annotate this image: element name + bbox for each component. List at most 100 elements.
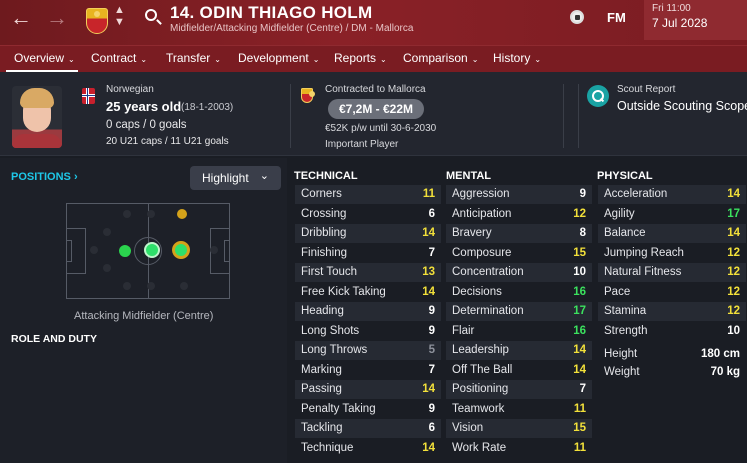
attribute-row-tackling[interactable]: Tackling 6 xyxy=(295,419,441,438)
attribute-row-technique[interactable]: Technique 14 xyxy=(295,439,441,458)
attribute-value: 7 xyxy=(428,246,435,259)
contract-club[interactable]: Contracted to Mallorca xyxy=(325,84,426,95)
attribute-name: Aggression xyxy=(452,188,510,200)
attribute-name: Penalty Taking xyxy=(301,402,376,415)
tab-development[interactable]: Development ⌄ xyxy=(238,51,319,65)
attribute-value: 14 xyxy=(422,227,435,239)
tab-history[interactable]: History ⌄ xyxy=(493,51,541,65)
attribute-row-determination[interactable]: Determination 17 xyxy=(446,302,592,321)
wage-contract: €52K p/w until 30-6-2030 xyxy=(325,123,437,134)
chevron-down-icon: ⌄ xyxy=(534,55,542,64)
position-dot-dm xyxy=(119,245,131,257)
attribute-row-decisions[interactable]: Decisions 16 xyxy=(446,283,592,302)
scout-report-title[interactable]: Scout Report xyxy=(617,84,675,95)
attribute-row-positioning[interactable]: Positioning 7 xyxy=(446,380,592,399)
attribute-row-flair[interactable]: Flair 16 xyxy=(446,322,592,341)
attribute-value: 15 xyxy=(573,246,586,259)
attribute-name: Free Kick Taking xyxy=(301,285,386,298)
attribute-row-concentration[interactable]: Concentration 10 xyxy=(446,263,592,282)
football-icon[interactable] xyxy=(570,10,584,24)
chevron-down-icon: ⌄ xyxy=(259,170,269,182)
attribute-value: 17 xyxy=(727,207,740,220)
attribute-row-corners[interactable]: Corners 11 xyxy=(295,185,441,204)
attribute-name: Crossing xyxy=(301,207,347,220)
nationality[interactable]: Norwegian xyxy=(106,84,154,95)
avatar xyxy=(12,86,62,148)
club-crest-icon[interactable] xyxy=(86,8,108,34)
positions-link[interactable]: POSITIONS › xyxy=(11,171,78,183)
forward-arrow-icon[interactable]: → xyxy=(46,7,68,29)
attribute-name: Corners xyxy=(301,188,342,200)
attribute-value: 17 xyxy=(573,305,586,317)
attribute-value: 14 xyxy=(422,285,435,298)
attribute-row-dribbling[interactable]: Dribbling 14 xyxy=(295,224,441,243)
height-value: 180 cm xyxy=(700,348,740,360)
game-logo[interactable]: FM xyxy=(607,10,626,25)
value-range-badge[interactable]: €7,2M - €22M xyxy=(328,99,424,119)
attribute-row-pace[interactable]: Pace 12 xyxy=(598,283,746,302)
norway-flag-icon[interactable] xyxy=(82,88,95,104)
attribute-row-work-rate[interactable]: Work Rate 11 xyxy=(446,439,592,458)
attribute-row-jumping-reach[interactable]: Jumping Reach 12 xyxy=(598,244,746,263)
tab-reports[interactable]: Reports ⌄ xyxy=(334,51,387,65)
mental-title: MENTAL xyxy=(446,170,492,182)
tab-overview[interactable]: Overview ⌄ xyxy=(14,51,75,65)
attribute-row-composure[interactable]: Composure 15 xyxy=(446,244,592,263)
attribute-row-finishing[interactable]: Finishing 7 xyxy=(295,244,441,263)
title-bar: ← → ▲ ▼ 14. ODIN THIAGO HOLM Midfielder/A… xyxy=(0,0,747,45)
attribute-row-acceleration[interactable]: Acceleration 14 xyxy=(598,185,746,204)
attribute-row-off-the-ball[interactable]: Off The Ball 14 xyxy=(446,361,592,380)
tab-contract[interactable]: Contract ⌄ xyxy=(91,51,147,65)
attribute-row-natural-fitness[interactable]: Natural Fitness 12 xyxy=(598,263,746,282)
attribute-row-agility[interactable]: Agility 17 xyxy=(598,205,746,224)
attribute-name: Long Throws xyxy=(301,344,368,356)
chevron-down-icon: ⌄ xyxy=(471,55,479,64)
tab-comparison[interactable]: Comparison ⌄ xyxy=(403,51,478,65)
attribute-name: Vision xyxy=(452,422,484,434)
up-down-icon[interactable]: ▲ ▼ xyxy=(114,4,125,28)
attribute-row-first-touch[interactable]: First Touch 13 xyxy=(295,263,441,282)
attribute-row-leadership[interactable]: Leadership 14 xyxy=(446,341,592,360)
attribute-row-anticipation[interactable]: Anticipation 12 xyxy=(446,205,592,224)
attribute-value: 13 xyxy=(422,266,435,278)
attribute-row-teamwork[interactable]: Teamwork 11 xyxy=(446,400,592,419)
caps-goals: 0 caps / 0 goals xyxy=(106,119,187,131)
attribute-row-long-shots[interactable]: Long Shots 9 xyxy=(295,322,441,341)
scout-report-icon[interactable] xyxy=(587,85,609,107)
attribute-name: Acceleration xyxy=(604,188,668,200)
attribute-name: Bravery xyxy=(452,227,492,239)
date-time-box[interactable]: Fri 11:00 7 Jul 2028 xyxy=(644,0,747,40)
attribute-value: 14 xyxy=(422,441,435,454)
attribute-row-free-kick-taking[interactable]: Free Kick Taking 14 xyxy=(295,283,441,302)
tab-transfer[interactable]: Transfer ⌄ xyxy=(166,51,221,65)
attribute-name: Anticipation xyxy=(452,207,512,220)
attribute-row-crossing[interactable]: Crossing 6 xyxy=(295,205,441,224)
attribute-row-passing[interactable]: Passing 14 xyxy=(295,380,441,399)
back-arrow-icon[interactable]: ← xyxy=(10,7,32,29)
attribute-row-penalty-taking[interactable]: Penalty Taking 9 xyxy=(295,400,441,419)
attribute-value: 16 xyxy=(573,324,586,337)
age: 25 years old xyxy=(106,99,182,114)
weight-label: Weight xyxy=(604,366,640,378)
attribute-name: Work Rate xyxy=(452,441,507,454)
highlight-dropdown[interactable]: Highlight ⌄ xyxy=(190,166,281,190)
attribute-row-marking[interactable]: Marking 7 xyxy=(295,361,441,380)
attribute-row-bravery[interactable]: Bravery 8 xyxy=(446,224,592,243)
attribute-row-long-throws[interactable]: Long Throws 5 xyxy=(295,341,441,360)
attribute-row-strength[interactable]: Strength 10 xyxy=(598,322,746,341)
club-crest-icon[interactable] xyxy=(301,88,315,103)
attribute-value: 6 xyxy=(428,207,435,220)
attribute-row-heading[interactable]: Heading 9 xyxy=(295,302,441,321)
search-icon[interactable] xyxy=(145,9,157,21)
attribute-name: Decisions xyxy=(452,285,502,298)
attribute-name: Composure xyxy=(452,246,512,259)
position-caption: Attacking Midfielder (Centre) xyxy=(74,310,214,322)
divider xyxy=(563,84,564,148)
attribute-row-vision[interactable]: Vision 15 xyxy=(446,419,592,438)
attribute-name: Determination xyxy=(452,305,524,317)
attribute-row-stamina[interactable]: Stamina 12 xyxy=(598,302,746,321)
attribute-name: First Touch xyxy=(301,266,358,278)
attribute-row-aggression[interactable]: Aggression 9 xyxy=(446,185,592,204)
attribute-row-balance[interactable]: Balance 14 xyxy=(598,224,746,243)
player-positions-club[interactable]: Midfielder/Attacking Midfielder (Centre)… xyxy=(170,23,413,34)
